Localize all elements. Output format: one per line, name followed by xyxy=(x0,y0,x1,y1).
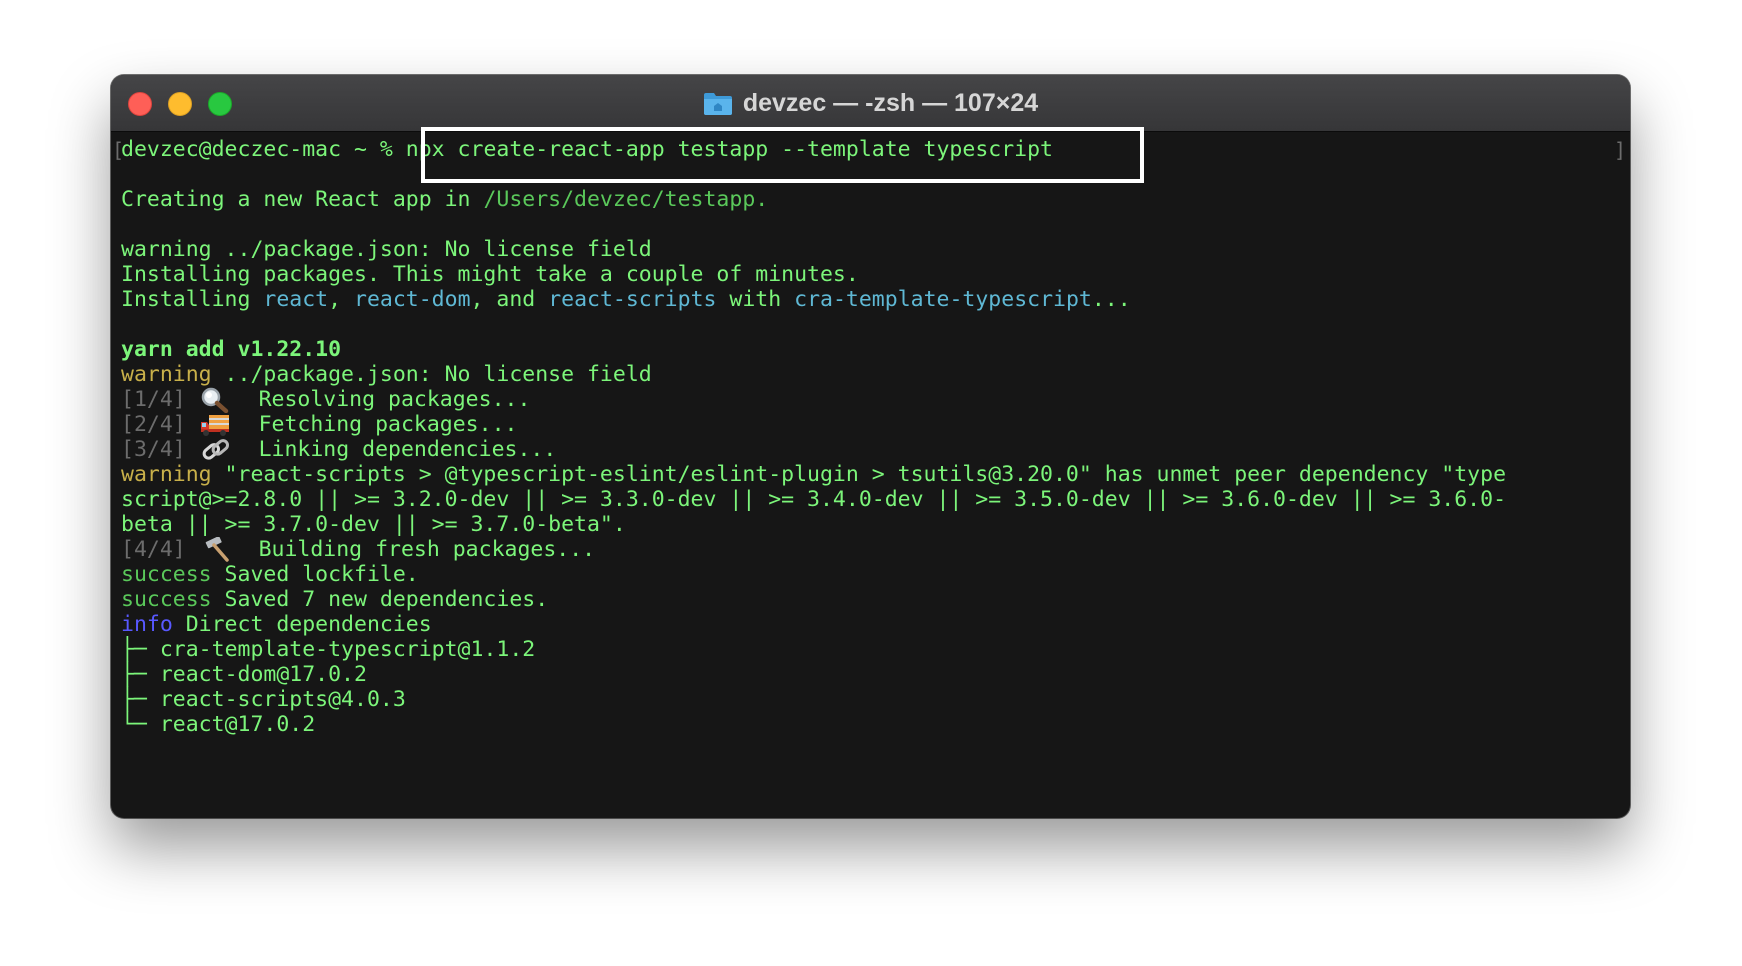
step-tag: [3/4] xyxy=(121,437,186,462)
installing-packages-line: Installing react, react-dom, and react-s… xyxy=(121,287,1131,312)
dependency-item: ├─ react-scripts@4.0.3 xyxy=(121,687,406,712)
success-label: success xyxy=(121,587,212,612)
warning-label: warning xyxy=(121,362,212,387)
step-tag: [2/4] xyxy=(121,412,186,437)
app-path: /Users/devzec/testapp xyxy=(483,187,756,212)
template-name: cra-template-typescript xyxy=(794,287,1092,312)
package-name: react-scripts xyxy=(548,287,717,312)
warning-label: warning xyxy=(121,462,212,487)
command-highlight-box xyxy=(421,127,1144,183)
terminal-window: devzec — -zsh — 107×24 [ ] devzec@deczec… xyxy=(111,75,1630,818)
success-line: success Saved lockfile. xyxy=(121,562,419,587)
step-line: [3/4] Linking dependencies... xyxy=(121,437,557,463)
creating-line: Creating a new React app in /Users/devze… xyxy=(121,187,769,212)
peer-warning-line-3: beta || >= 3.7.0-dev || >= 3.7.0-beta". xyxy=(121,512,626,537)
installing-line: Installing packages. This might take a c… xyxy=(121,262,859,287)
dependency-item: └─ react@17.0.2 xyxy=(121,712,316,737)
hammer-icon xyxy=(199,537,233,563)
info-line: info Direct dependencies xyxy=(121,612,432,637)
package-name: react-dom xyxy=(354,287,471,312)
peer-warning-line-2: script@>=2.8.0 || >= 3.2.0-dev || >= 3.3… xyxy=(121,487,1507,512)
step-line: [1/4] Resolving packages... xyxy=(121,387,531,413)
package-name: react xyxy=(263,287,329,312)
terminal-output[interactable]: [ ] devzec@deczec-mac ~ % npx create-rea… xyxy=(111,127,1630,818)
peer-warning-line-1: warning "react-scripts > @typescript-esl… xyxy=(121,462,1507,487)
success-label: success xyxy=(121,562,212,587)
shell-prompt: devzec@deczec-mac ~ % xyxy=(121,137,406,162)
link-icon xyxy=(199,437,233,463)
warning-line: warning ../package.json: No license fiel… xyxy=(121,362,652,387)
magnifying-glass-icon xyxy=(199,387,233,413)
dependency-item: ├─ react-dom@17.0.2 xyxy=(121,662,367,687)
dependency-item: ├─ cra-template-typescript@1.1.2 xyxy=(121,637,536,662)
window-title: devzec — -zsh — 107×24 xyxy=(742,88,1039,117)
truck-icon xyxy=(199,412,233,438)
title-bar[interactable]: devzec — -zsh — 107×24 xyxy=(111,75,1630,132)
step-tag: [1/4] xyxy=(121,387,186,412)
step-line: [4/4] Building fresh packages... xyxy=(121,537,596,563)
warning-line: warning ../package.json: No license fiel… xyxy=(121,237,652,262)
success-line: success Saved 7 new dependencies. xyxy=(121,587,549,612)
step-line: [2/4] Fetching packages... xyxy=(121,412,518,438)
folder-icon xyxy=(703,90,733,116)
info-label: info xyxy=(121,612,173,637)
yarn-add-line: yarn add v1.22.10 xyxy=(121,337,342,362)
right-bracket-marker: ] xyxy=(1613,138,1626,162)
step-tag: [4/4] xyxy=(121,537,186,562)
